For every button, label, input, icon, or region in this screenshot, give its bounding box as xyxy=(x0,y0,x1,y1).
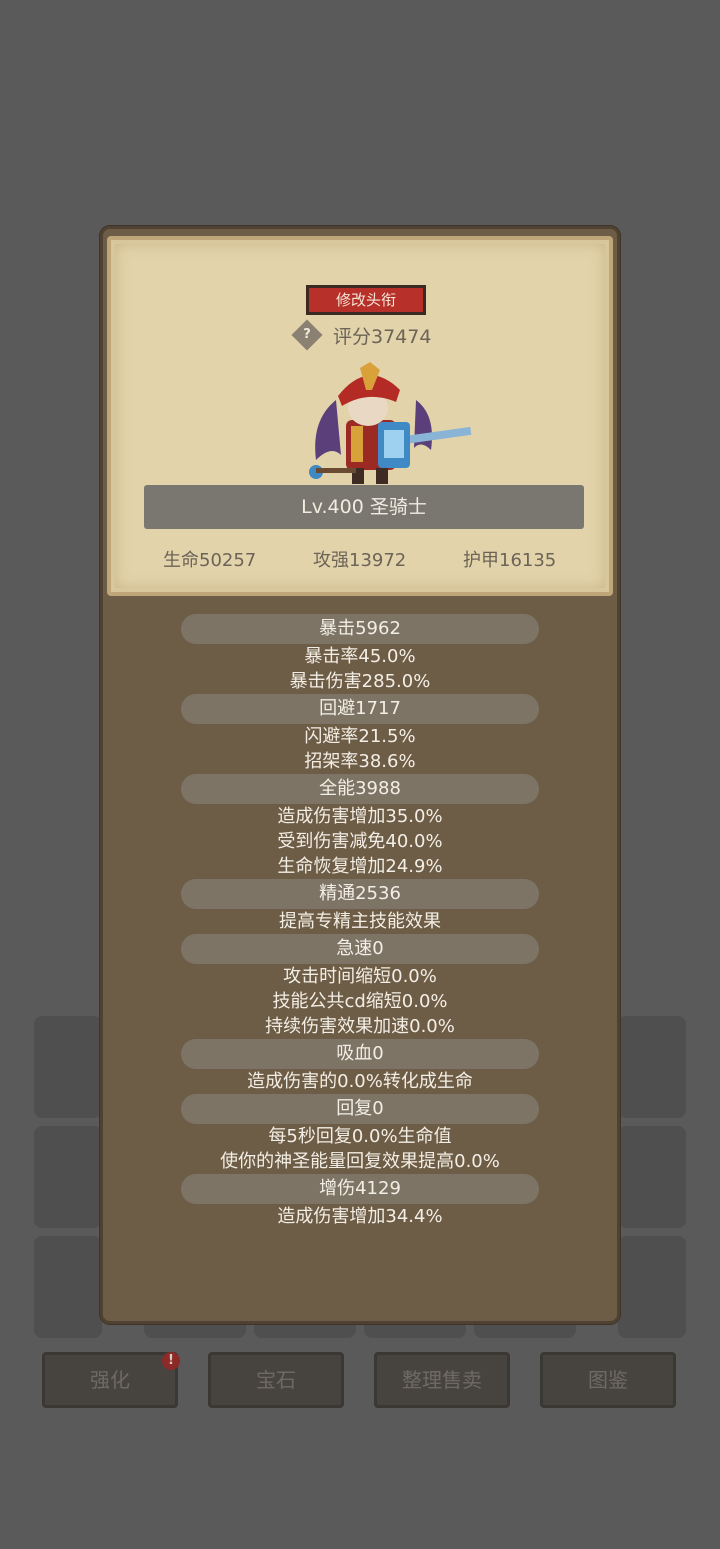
inventory-slot xyxy=(34,1126,102,1228)
attribute-header: 增伤4129 xyxy=(181,1174,539,1204)
attribute-detail: 暴击率45.0% xyxy=(304,646,416,667)
inventory-slot xyxy=(618,1236,686,1338)
help-icon[interactable]: ? xyxy=(291,319,323,351)
attribute-detail: 每5秒回复0.0%生命值 xyxy=(268,1126,452,1147)
enhance-button[interactable]: 强化 xyxy=(42,1352,178,1408)
attribute-detail: 招架率38.6% xyxy=(304,751,416,772)
attribute-header: 暴击5962 xyxy=(181,614,539,644)
inventory-slot xyxy=(618,1126,686,1228)
paladin-avatar xyxy=(309,362,472,484)
attribute-detail: 造成伤害增加35.0% xyxy=(277,806,443,827)
character-attributes-panel: 修改头衔 ? 评分37474 Lv.400 圣骑士 生命50257 攻强1397… xyxy=(100,226,620,1324)
character-name-bar: Lv.400 圣骑士 xyxy=(144,485,584,529)
collection-button-label: 图鉴 xyxy=(588,1368,628,1392)
armor-stat: 护甲16135 xyxy=(463,550,557,571)
score-label: 评分37474 xyxy=(333,326,432,348)
attribute-detail: 暴击伤害285.0% xyxy=(289,671,431,692)
attribute-detail: 造成伤害的0.0%转化成生命 xyxy=(247,1071,473,1092)
sort-sell-button-label: 整理售卖 xyxy=(402,1368,482,1392)
attribute-detail: 受到伤害减免40.0% xyxy=(277,831,443,852)
attribute-detail: 使你的神圣能量回复效果提高0.0% xyxy=(220,1151,500,1172)
attribute-header: 精通2536 xyxy=(181,879,539,909)
attribute-detail: 技能公共cd缩短0.0% xyxy=(272,991,448,1012)
inventory-slot xyxy=(618,1016,686,1118)
character-card: 修改头衔 ? 评分37474 Lv.400 圣骑士 生命50257 攻强1397… xyxy=(107,236,613,596)
attribute-detail: 造成伤害增加34.4% xyxy=(277,1206,443,1227)
attribute-detail: 提高专精主技能效果 xyxy=(279,911,441,932)
enhance-button-label: 强化 xyxy=(90,1368,130,1392)
attack-stat: 攻强13972 xyxy=(313,550,407,571)
attribute-header: 回复0 xyxy=(181,1094,539,1124)
inventory-slot xyxy=(34,1236,102,1338)
help-icon-glyph: ? xyxy=(303,327,311,342)
rename-title-button[interactable]: 修改头衔 xyxy=(306,285,426,315)
screen: 强化 ! 宝石 整理售卖 图鉴 修改头衔 ? 评分37474 Lv.400 圣骑… xyxy=(0,0,720,1549)
attribute-header: 全能3988 xyxy=(181,774,539,804)
gem-button-label: 宝石 xyxy=(256,1368,296,1392)
collection-button[interactable]: 图鉴 xyxy=(540,1352,676,1408)
attribute-header: 吸血0 xyxy=(181,1039,539,1069)
attribute-detail: 攻击时间缩短0.0% xyxy=(283,966,437,987)
sort-sell-button[interactable]: 整理售卖 xyxy=(374,1352,510,1408)
attribute-detail: 生命恢复增加24.9% xyxy=(277,856,443,877)
hp-stat: 生命50257 xyxy=(163,550,257,571)
inventory-slot xyxy=(34,1016,102,1118)
attribute-header: 急速0 xyxy=(181,934,539,964)
attribute-header: 回避1717 xyxy=(181,694,539,724)
attribute-list: 暴击5962 暴击率45.0% 暴击伤害285.0% 回避1717 闪避率21.5% 招架… xyxy=(103,614,617,1229)
attribute-detail: 闪避率21.5% xyxy=(304,726,416,747)
alert-badge-icon: ! xyxy=(162,1352,180,1370)
gem-button[interactable]: 宝石 xyxy=(208,1352,344,1408)
attribute-detail: 持续伤害效果加速0.0% xyxy=(265,1016,455,1037)
